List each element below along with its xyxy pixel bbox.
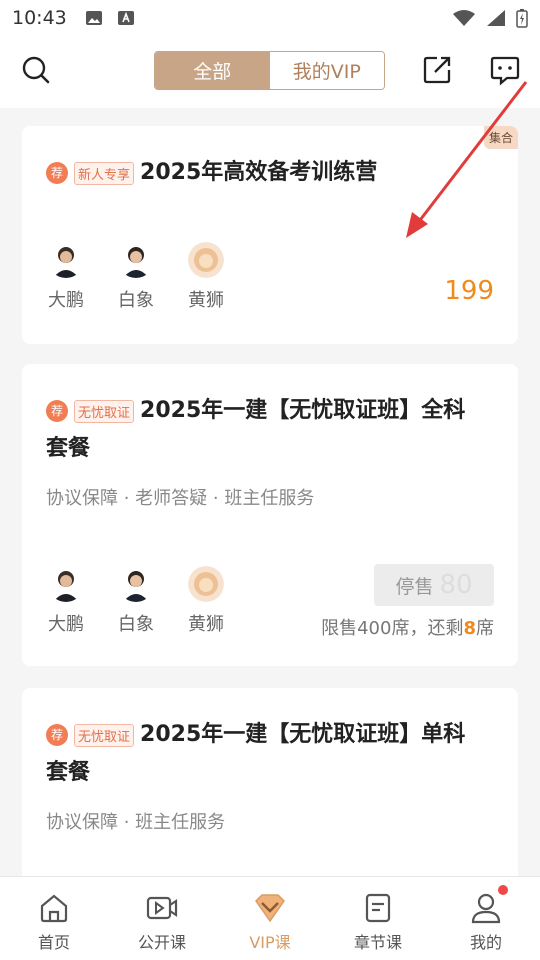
- course-subtitle: 协议保障 · 老师答疑 · 班主任服务: [46, 488, 315, 509]
- teacher[interactable]: 白象: [114, 566, 158, 636]
- recommend-icon: 荐: [46, 724, 68, 746]
- teacher-avatar: [48, 566, 84, 602]
- course-price: 199: [444, 276, 494, 306]
- status-bar: 10:43: [0, 0, 540, 36]
- sale-stopped-label: 停售: [395, 575, 434, 598]
- seat-limit-suffix: 席: [476, 618, 494, 639]
- teacher-name: 大鹏: [48, 614, 84, 635]
- course-title-cont: 套餐: [46, 436, 91, 461]
- teacher[interactable]: 黄狮: [184, 566, 228, 636]
- seat-limit-prefix: 限售400席，还剩: [321, 618, 464, 639]
- teacher-avatar: [118, 242, 154, 278]
- search-icon[interactable]: [20, 54, 52, 86]
- course-subtitle: 协议保障 · 班主任服务: [46, 812, 226, 833]
- teacher[interactable]: 白象: [114, 242, 158, 312]
- teacher[interactable]: 大鹏: [44, 566, 88, 636]
- teacher-avatar: [118, 566, 154, 602]
- seats-remaining: 8: [463, 618, 476, 639]
- teacher[interactable]: 大鹏: [44, 242, 88, 312]
- video-icon: [146, 896, 178, 920]
- course-tag: 新人专享: [74, 161, 135, 185]
- course-title-cont: 套餐: [46, 760, 91, 785]
- nav-vip-class[interactable]: VIP课: [216, 877, 324, 960]
- status-time: 10:43: [12, 7, 67, 29]
- course-title: 2025年一建【无忧取证班】单科: [140, 722, 466, 747]
- nav-label: 章节课: [353, 933, 402, 952]
- image-notification-icon: [85, 11, 102, 25]
- teacher-avatar: [48, 242, 84, 278]
- teacher-avatar-lion: [188, 242, 224, 278]
- course-tag: 无忧取证: [74, 723, 135, 747]
- teacher-list: 大鹏 白象 黄狮: [44, 566, 228, 636]
- nav-mine[interactable]: 我的: [432, 877, 540, 960]
- recommend-icon: 荐: [46, 400, 68, 422]
- teacher-name: 白象: [118, 290, 154, 311]
- nav-open-class[interactable]: 公开课: [108, 877, 216, 960]
- title-row: 荐无忧取证 2025年一建【无忧取证班】单科 套餐: [46, 716, 494, 792]
- cell-signal-icon: [487, 10, 505, 26]
- category-switch: 全部 我的VIP: [154, 51, 385, 90]
- teacher-name: 白象: [118, 614, 154, 635]
- home-icon: [40, 894, 68, 923]
- teacher[interactable]: 黄狮: [184, 242, 228, 312]
- course-title: 2025年高效备考训练营: [140, 160, 378, 185]
- teacher-avatar-lion: [188, 566, 224, 602]
- teacher-name: 黄狮: [188, 290, 224, 311]
- document-icon: [365, 893, 391, 923]
- title-row: 荐无忧取证 2025年一建【无忧取证班】全科 套餐: [46, 392, 494, 468]
- tab-my-vip[interactable]: 我的VIP: [269, 52, 384, 89]
- teacher-list: 大鹏 白象 黄狮: [44, 242, 228, 312]
- vip-icon: [255, 894, 285, 923]
- nav-label: VIP课: [249, 933, 291, 952]
- nav-chapter-class[interactable]: 章节课: [324, 877, 432, 960]
- share-icon[interactable]: [421, 54, 453, 86]
- nav-home[interactable]: 首页: [0, 877, 108, 960]
- course-card[interactable]: 集合 荐新人专享 2025年高效备考训练营 大鹏 白象 黄狮 199: [22, 126, 518, 344]
- message-icon[interactable]: [489, 54, 521, 86]
- collection-tag: 集合: [483, 126, 518, 149]
- teacher-name: 黄狮: [188, 614, 224, 635]
- wifi-icon: [453, 10, 475, 26]
- nav-label: 我的: [469, 933, 502, 952]
- faded-price: 80: [439, 570, 473, 600]
- tab-all[interactable]: 全部: [155, 52, 270, 89]
- battery-icon: [516, 9, 528, 28]
- user-icon: [471, 893, 501, 924]
- sale-stopped-button[interactable]: 停售 80: [374, 564, 494, 606]
- text-notification-icon: [117, 11, 134, 25]
- notification-dot: [498, 885, 508, 895]
- nav-label: 首页: [37, 933, 70, 952]
- course-title: 2025年一建【无忧取证班】全科: [140, 398, 466, 423]
- teacher-name: 大鹏: [48, 290, 84, 311]
- course-list[interactable]: 集合 荐新人专享 2025年高效备考训练营 大鹏 白象 黄狮 199 荐 无忧取…: [0, 108, 540, 876]
- course-card[interactable]: 荐无忧取证 2025年一建【无忧取证班】单科 套餐 协议保障 · 班主任服务: [22, 688, 518, 876]
- bottom-nav: 首页 公开课 VIP课 章节课 我的: [0, 876, 540, 960]
- nav-label: 公开课: [137, 933, 186, 952]
- course-tag: 无忧取证: [74, 399, 135, 423]
- top-bar: 全部 我的VIP: [0, 36, 540, 108]
- course-card[interactable]: 荐无忧取证 2025年一建【无忧取证班】全科 套餐 协议保障 · 老师答疑 · 班…: [22, 364, 518, 666]
- recommend-icon: 荐: [46, 162, 68, 184]
- seat-limit: 限售400席，还剩8席: [321, 614, 494, 640]
- title-row: 荐新人专享 2025年高效备考训练营: [46, 154, 494, 192]
